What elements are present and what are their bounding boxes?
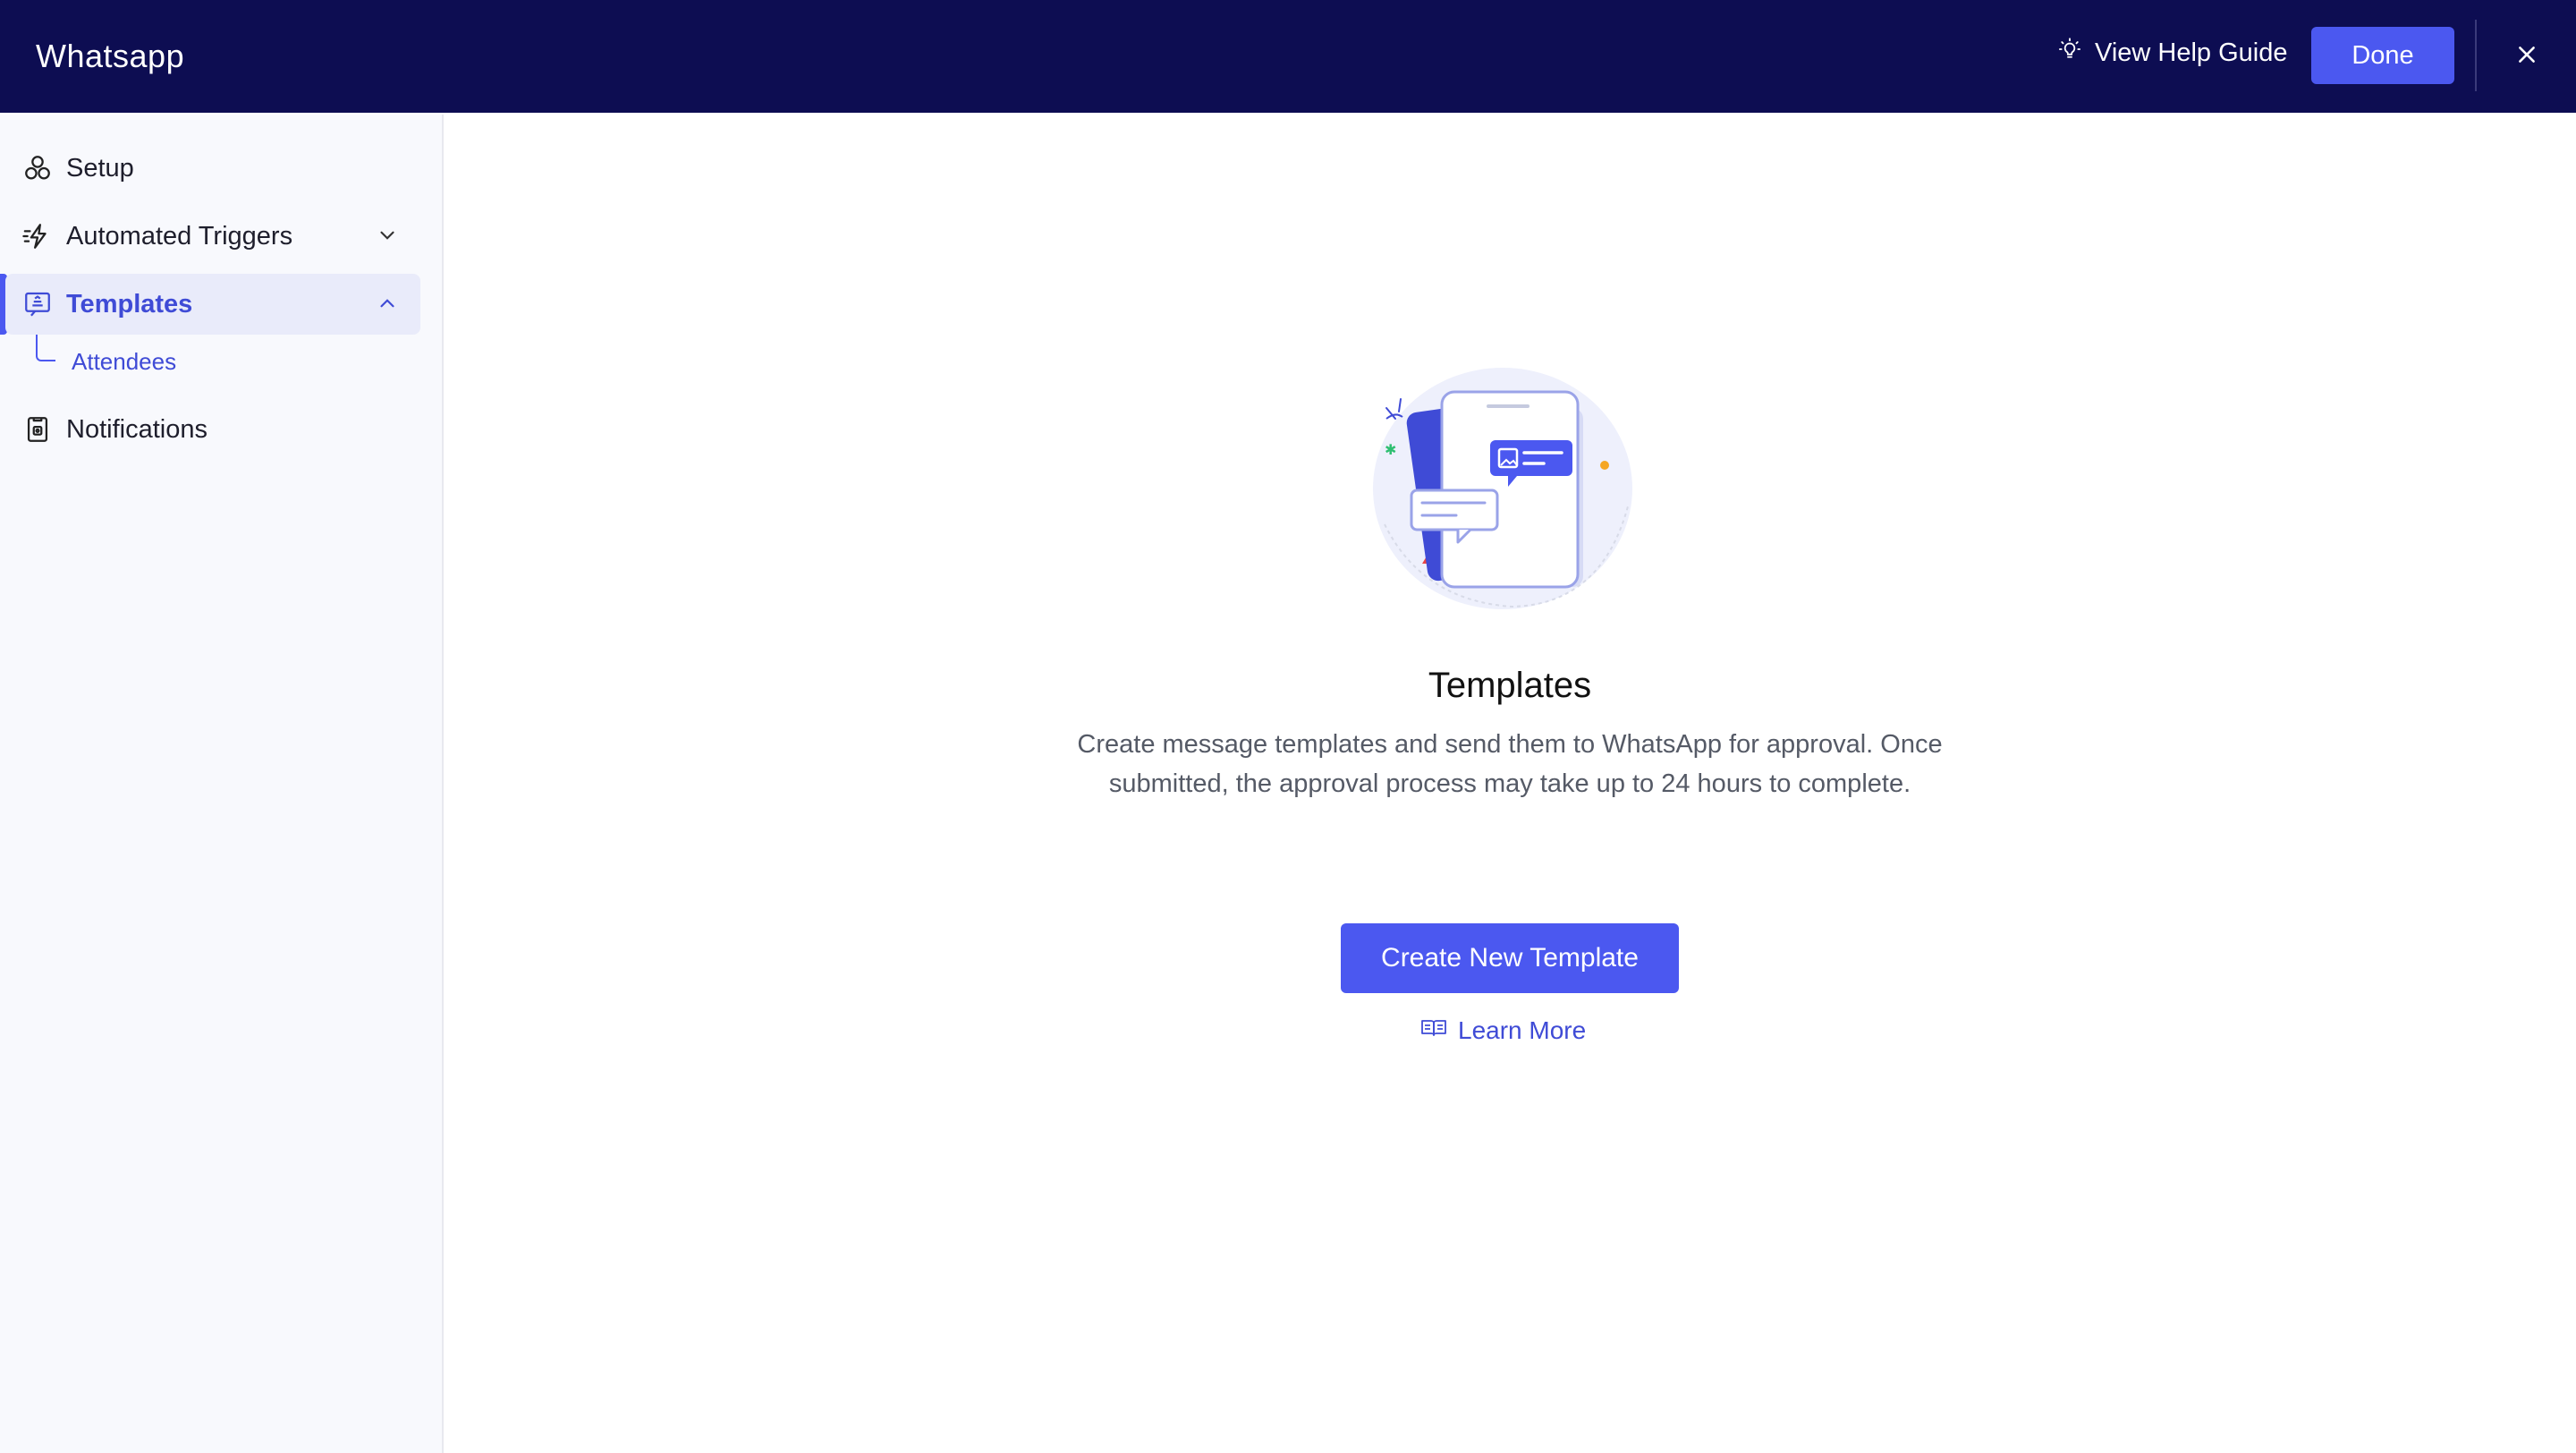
submenu-connector [36,335,55,361]
learn-more-link[interactable]: Learn More [1420,1011,1586,1050]
header-divider [2475,20,2477,91]
setup-icon [21,152,54,184]
book-icon [1420,1016,1447,1045]
sidebar: Setup Automated Triggers Templates Atten… [0,115,444,1453]
sidebar-item-setup[interactable]: Setup [5,138,420,199]
close-button[interactable] [2504,34,2549,79]
sidebar-item-automated-triggers[interactable]: Automated Triggers [5,206,420,267]
empty-state-title: Templates [1428,666,1592,705]
chevron-down-icon[interactable] [376,224,399,247]
templates-icon [21,288,54,320]
triggers-icon [21,220,54,252]
close-icon [2515,43,2538,71]
lightbulb-icon [2057,37,2082,69]
svg-text:✱: ✱ [1385,441,1396,458]
sidebar-item-label: Notifications [66,414,208,444]
notifications-icon [21,413,54,446]
app-title: Whatsapp [36,38,185,74]
learn-more-label: Learn More [1458,1016,1587,1044]
sidebar-item-label: Automated Triggers [66,221,293,251]
chevron-up-icon[interactable] [376,292,399,315]
sidebar-item-templates[interactable]: Templates [5,274,420,335]
sidebar-item-label: Templates [66,289,193,319]
done-button[interactable]: Done [2311,27,2454,84]
help-guide-label: View Help Guide [2095,38,2288,67]
create-new-template-button[interactable]: Create New Template [1341,923,1679,993]
view-help-guide-link[interactable]: View Help Guide [2057,0,2287,106]
top-bar: Whatsapp View Help Guide Done [0,0,2576,113]
empty-state-description: Create message templates and send them t… [1077,730,1943,798]
sidebar-subitem-attendees[interactable]: Attendees [72,344,176,379]
templates-illustration: ✱ [1368,354,1637,614]
sidebar-item-notifications[interactable]: Notifications [5,399,420,460]
sidebar-item-label: Setup [66,153,134,183]
